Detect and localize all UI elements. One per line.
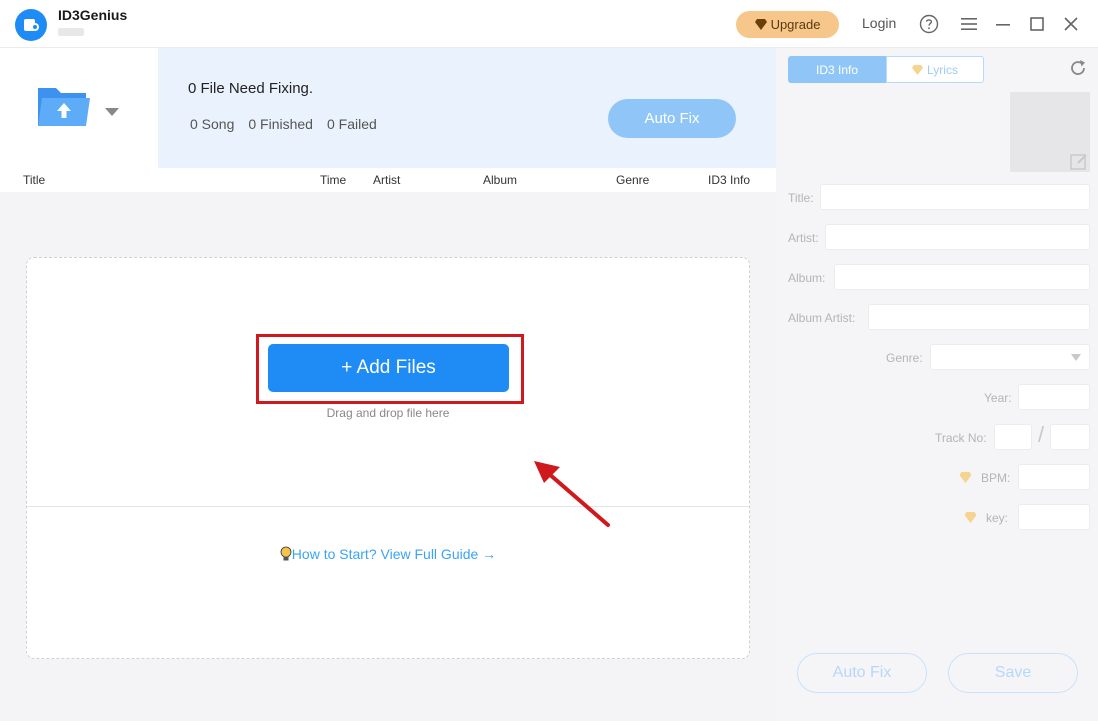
hamburger-menu-icon[interactable] xyxy=(957,12,981,36)
column-album[interactable]: Album xyxy=(483,173,517,187)
main-panel: 0 File Need Fixing. 0 Song 0 Finished 0 … xyxy=(0,48,776,721)
finished-count: 0 Finished xyxy=(248,116,313,132)
upgrade-button[interactable]: Upgrade xyxy=(736,11,839,38)
album-field[interactable] xyxy=(834,264,1090,290)
key-label: key: xyxy=(986,511,1009,525)
column-time[interactable]: Time xyxy=(320,173,346,187)
column-title[interactable]: Title xyxy=(23,173,45,187)
app-version-badge xyxy=(58,28,84,36)
track-total-field[interactable] xyxy=(1050,424,1090,450)
album-label: Album: xyxy=(788,271,826,285)
track-separator: / xyxy=(1038,422,1045,447)
title-label: Title: xyxy=(788,191,814,205)
save-button[interactable]: Save xyxy=(948,653,1078,693)
lightbulb-icon xyxy=(280,546,292,561)
chevron-down-icon[interactable] xyxy=(104,107,120,117)
tab-id3-info[interactable]: ID3 Info xyxy=(788,56,886,83)
id3-editor-panel: ID3 Info Lyrics Title: Artist: Album: Al… xyxy=(776,48,1098,721)
artist-field[interactable] xyxy=(825,224,1090,250)
chevron-down-icon xyxy=(1071,354,1081,361)
close-icon[interactable] xyxy=(1059,12,1083,36)
diamond-icon xyxy=(912,64,924,75)
app-logo-icon xyxy=(15,9,47,41)
login-link[interactable]: Login xyxy=(862,15,896,31)
title-field[interactable] xyxy=(820,184,1090,210)
view-guide-link[interactable]: How to Start? View Full Guide → xyxy=(27,546,749,562)
year-field[interactable] xyxy=(1018,384,1090,410)
app-name: ID3Genius xyxy=(58,7,128,23)
import-area[interactable] xyxy=(0,48,158,168)
status-counts: 0 Song 0 Finished 0 Failed xyxy=(190,116,377,132)
album-artist-field[interactable] xyxy=(868,304,1090,330)
add-files-button[interactable]: + Add Files xyxy=(268,344,509,392)
artist-label: Artist: xyxy=(788,231,819,245)
status-panel: 0 File Need Fixing. 0 Song 0 Finished 0 … xyxy=(158,48,776,168)
diamond-icon xyxy=(754,19,767,30)
title-bar: ID3Genius Upgrade Login xyxy=(0,0,1098,48)
status-title: 0 File Need Fixing. xyxy=(188,80,314,97)
diamond-icon xyxy=(959,472,972,483)
red-arrow-annotation xyxy=(534,461,610,527)
year-label: Year: xyxy=(984,391,1012,405)
refresh-icon[interactable] xyxy=(1068,58,1088,78)
auto-fix-button[interactable]: Auto Fix xyxy=(608,99,736,138)
tab-lyrics[interactable]: Lyrics xyxy=(886,56,984,83)
genre-select[interactable] xyxy=(930,344,1090,370)
column-genre[interactable]: Genre xyxy=(616,173,649,187)
column-artist[interactable]: Artist xyxy=(373,173,400,187)
genre-label: Genre: xyxy=(886,351,923,365)
help-icon[interactable] xyxy=(917,12,941,36)
track-no-label: Track No: xyxy=(935,431,987,445)
divider xyxy=(27,506,749,507)
edit-icon[interactable] xyxy=(1070,152,1088,170)
minimize-icon[interactable] xyxy=(991,12,1015,36)
key-field[interactable] xyxy=(1018,504,1090,530)
song-count: 0 Song xyxy=(190,116,235,132)
bpm-field[interactable] xyxy=(1018,464,1090,490)
upgrade-label: Upgrade xyxy=(770,17,821,32)
drag-drop-hint: Drag and drop file here xyxy=(326,406,450,420)
panel-auto-fix-button[interactable]: Auto Fix xyxy=(797,653,927,693)
diamond-icon xyxy=(964,512,977,523)
album-artist-label: Album Artist: xyxy=(788,311,856,325)
folder-upload-icon[interactable] xyxy=(36,84,92,130)
failed-count: 0 Failed xyxy=(326,116,377,132)
column-id3-info[interactable]: ID3 Info xyxy=(708,173,750,187)
bpm-label: BPM: xyxy=(981,471,1011,485)
table-header: Title Time Artist Album Genre ID3 Info xyxy=(0,168,776,192)
tab-lyrics-label: Lyrics xyxy=(927,62,958,77)
track-number-field[interactable] xyxy=(994,424,1032,450)
maximize-icon[interactable] xyxy=(1025,12,1049,36)
view-guide-label: How to Start? View Full Guide → xyxy=(291,546,497,562)
drop-zone[interactable]: + Add Files Drag and drop file here How … xyxy=(26,257,750,659)
